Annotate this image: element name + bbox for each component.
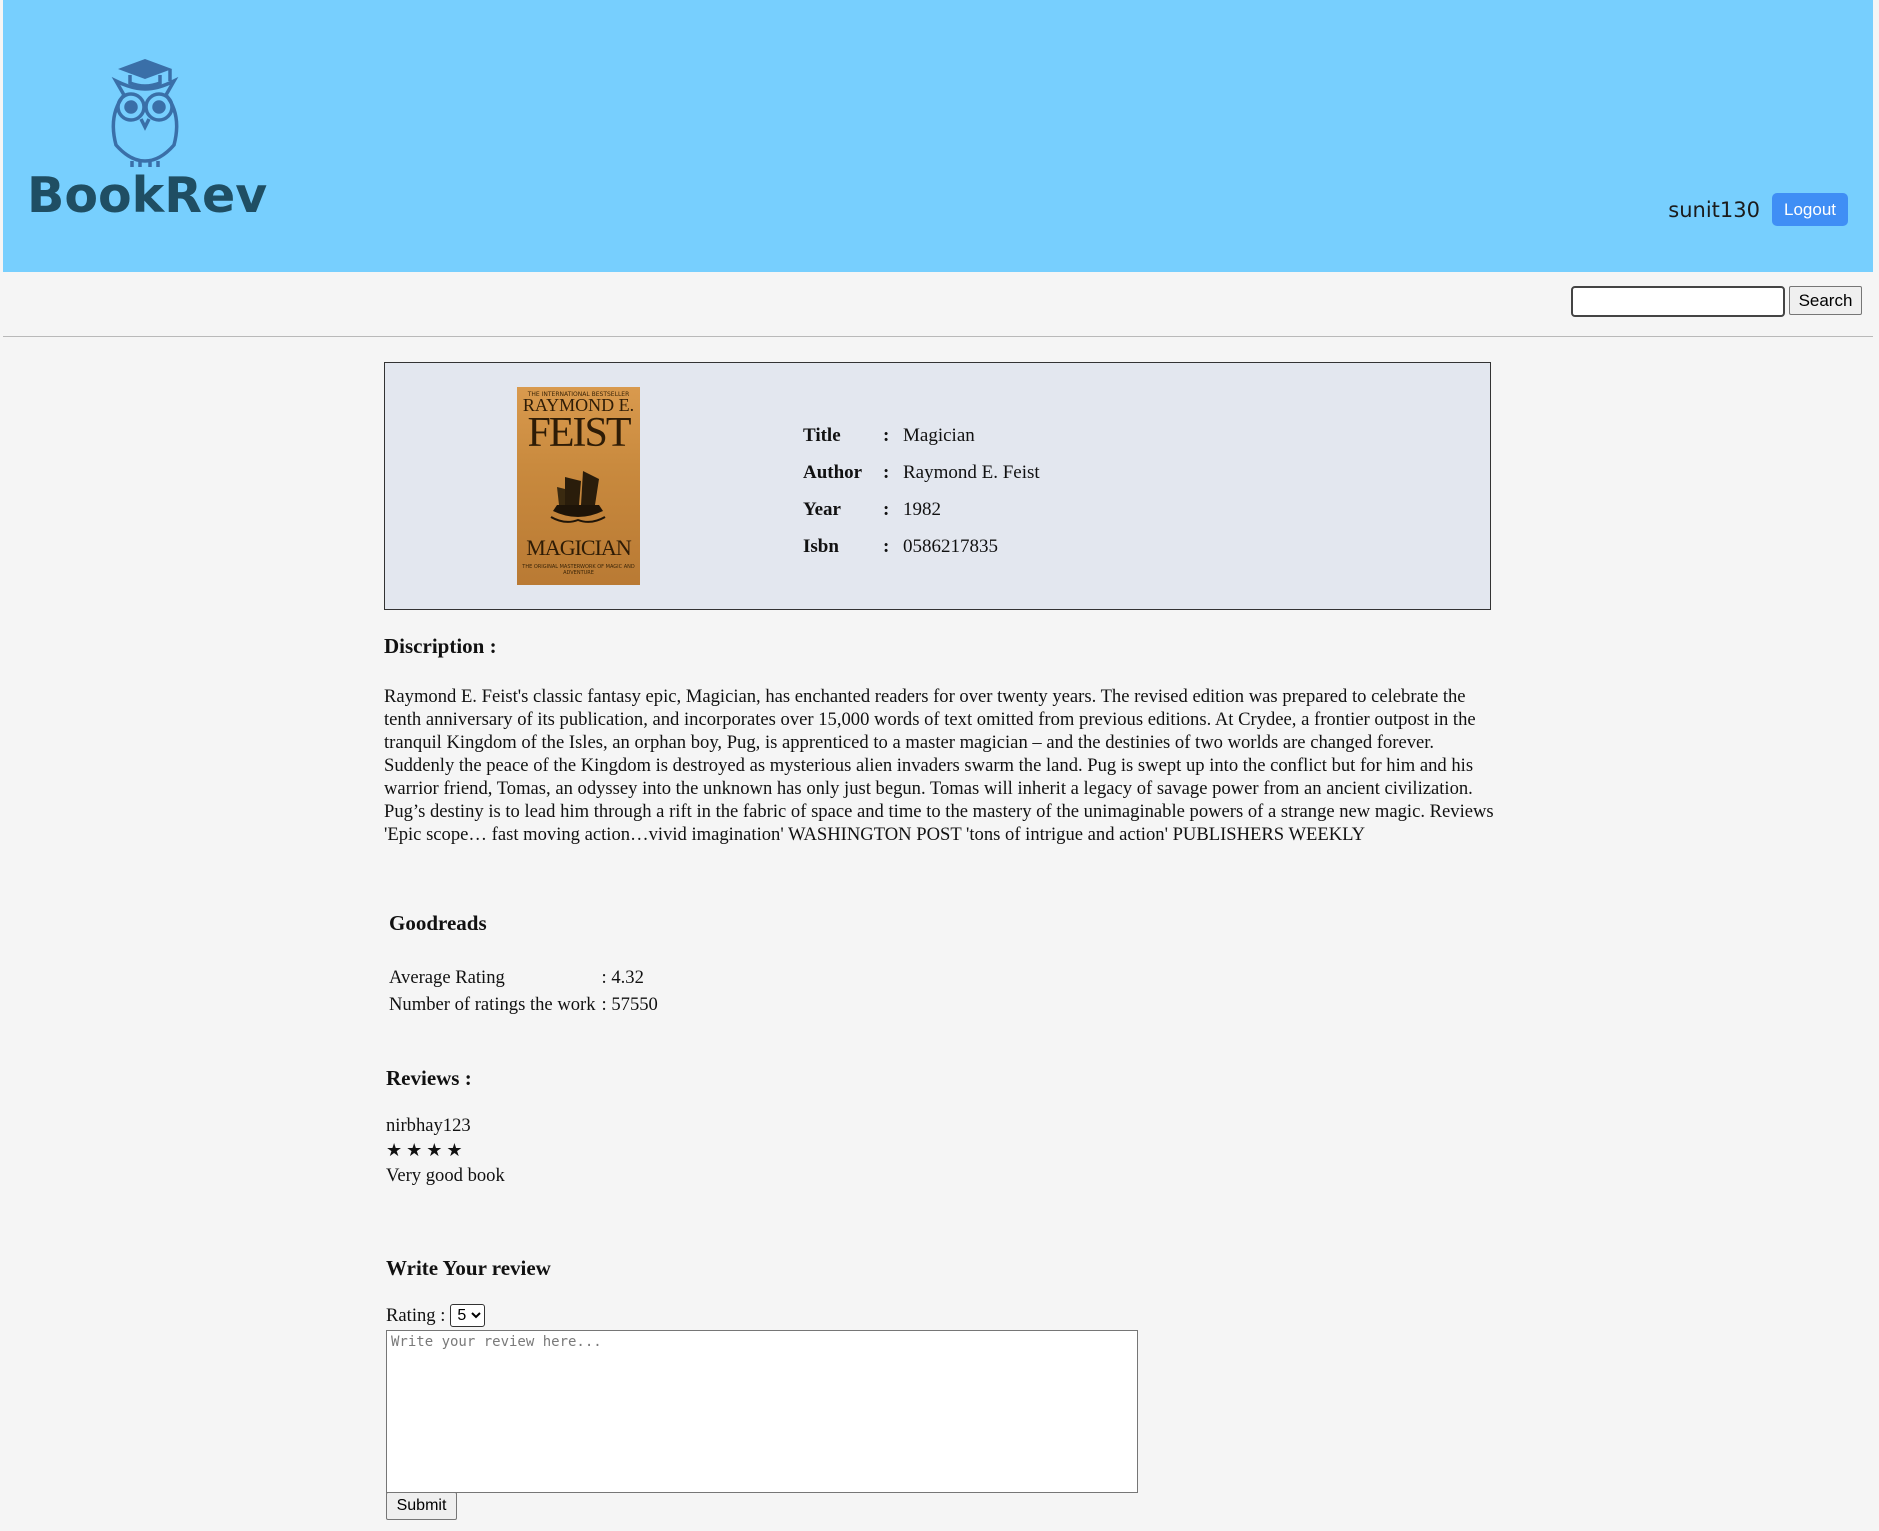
info-value: Raymond E. Feist [903,461,1040,483]
submit-button[interactable]: Submit [386,1492,457,1520]
review-textarea[interactable] [386,1330,1138,1493]
info-value: 1982 [903,498,941,520]
rating-label: Rating : [386,1304,446,1326]
description-text: Raymond E. Feist's classic fantasy epic,… [384,686,1494,845]
write-review-heading: Write Your review [386,1256,551,1280]
book-cover-image: THE INTERNATIONAL BESTSELLER RAYMOND E. … [517,387,640,585]
info-label: Author [803,461,863,483]
review-stars: ★★★★ [386,1140,467,1160]
cover-subtitle: THE ORIGINAL MASTERWORK OF MAGIC AND ADV… [522,564,635,576]
info-label: Year [803,498,841,520]
rating-row: Rating : 5 [386,1304,486,1327]
goodreads-heading: Goodreads [389,911,487,935]
cover-author-last: FEIST [527,410,631,456]
book-info-table: Title : Magician Author : Raymond E. Fei… [803,417,1040,565]
info-separator: : [883,461,890,483]
info-row-title: Title : Magician [803,417,1040,454]
info-row-isbn: Isbn : 0586217835 [803,528,1040,565]
info-label: Isbn [803,535,839,557]
goodreads-value: : 57550 [601,993,658,1015]
rating-select[interactable]: 5 [450,1304,486,1327]
ship-icon [550,471,606,523]
user-area: sunit130 Logout [1668,193,1848,226]
info-separator: : [883,535,890,557]
info-separator: : [883,424,890,446]
description-heading: Discription : [384,634,497,658]
goodreads-row: Average Rating : 4.32 [386,964,661,991]
info-separator: : [883,498,890,520]
username: sunit130 [1668,197,1760,222]
info-label: Title [803,424,841,446]
site-header: BookRev sunit130 Logout [3,0,1873,272]
info-row-year: Year : 1982 [803,491,1040,528]
search-input[interactable] [1571,286,1785,317]
search-bar: Search [3,272,1873,337]
goodreads-label: Average Rating [389,966,505,988]
info-value: Magician [903,424,975,446]
goodreads-table: Average Rating : 4.32 Number of ratings … [386,964,661,1018]
owl-logo-icon [111,59,179,167]
review-text: Very good book [386,1165,505,1186]
goodreads-value: : 4.32 [601,966,644,988]
book-details-card: THE INTERNATIONAL BESTSELLER RAYMOND E. … [384,362,1491,610]
info-value: 0586217835 [903,535,998,557]
reviews-heading: Reviews : [386,1066,472,1090]
logo-text: BookRev [27,167,268,224]
logout-button[interactable]: Logout [1772,193,1848,226]
goodreads-row: Number of ratings the work : 57550 [386,991,661,1018]
review-username: nirbhay123 [386,1115,471,1136]
cover-title: MAGICIAN [526,535,631,560]
goodreads-label: Number of ratings the work [389,993,596,1015]
info-row-author: Author : Raymond E. Feist [803,454,1040,491]
search-button[interactable]: Search [1789,286,1862,315]
logo[interactable]: BookRev [25,55,268,225]
